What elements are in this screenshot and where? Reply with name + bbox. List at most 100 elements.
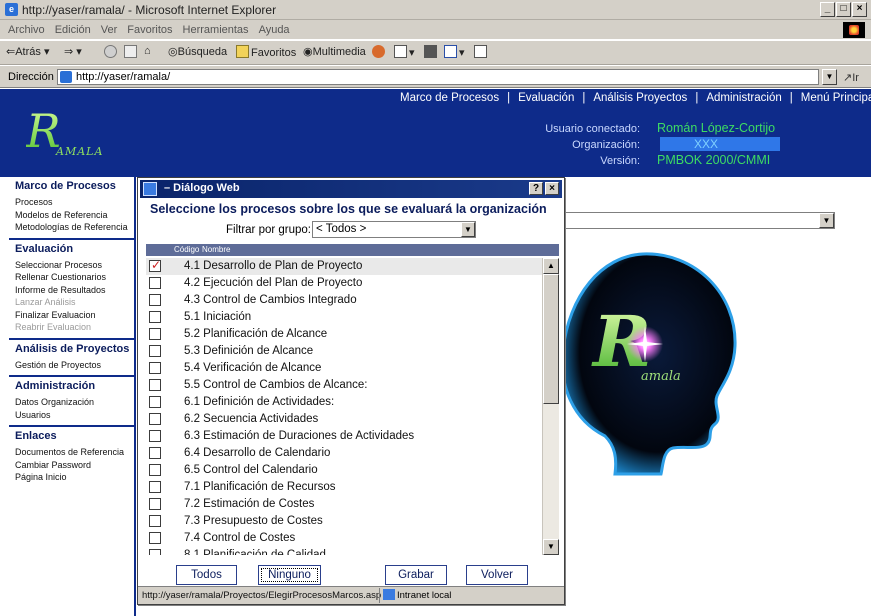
process-checkbox[interactable] — [149, 379, 161, 391]
sidebar-section-title[interactable]: Evaluación — [15, 243, 134, 255]
media-button[interactable]: ◉Multimedia — [303, 45, 366, 58]
list-item[interactable]: 6.4 Desarrollo de Calendario — [146, 445, 542, 462]
edit-button[interactable]: ▾ — [444, 45, 465, 59]
sidebar-section-title[interactable]: Marco de Procesos — [15, 180, 134, 192]
process-checkbox[interactable] — [149, 294, 161, 306]
back-button-dialog[interactable]: Volver — [466, 565, 528, 585]
refresh-button[interactable] — [124, 45, 139, 59]
nav-link[interactable]: Marco de Procesos — [400, 92, 499, 104]
process-checkbox[interactable] — [149, 345, 161, 357]
close-window-button[interactable]: × — [852, 2, 867, 17]
list-item[interactable]: 6.1 Definición de Actividades: — [146, 394, 542, 411]
list-item[interactable]: 4.1 Desarrollo de Plan de Proyecto — [146, 258, 542, 275]
process-label: 6.5 Control del Calendario — [184, 464, 318, 476]
nav-link[interactable]: Administración — [706, 92, 781, 104]
save-button[interactable]: Grabar — [385, 565, 447, 585]
sidebar-item[interactable]: Rellenar Cuestionarios — [15, 271, 134, 284]
list-item[interactable]: 5.2 Planificación de Alcance — [146, 326, 542, 343]
back-button[interactable]: ⇐Atrás ▾ — [6, 45, 49, 58]
sidebar-item[interactable]: Modelos de Referencia — [15, 209, 134, 222]
sidebar-section-title[interactable]: Análisis de Proyectos — [15, 343, 134, 355]
maximize-button[interactable]: □ — [836, 2, 851, 17]
sidebar-item[interactable]: Finalizar Evaluacion — [15, 309, 134, 322]
chevron-down-icon[interactable]: ▼ — [819, 213, 834, 228]
list-item[interactable]: 5.1 Iniciación — [146, 309, 542, 326]
menu-item[interactable]: Favoritos — [127, 24, 172, 36]
sidebar-item[interactable]: Cambiar Password — [15, 459, 134, 472]
process-checkbox[interactable] — [149, 430, 161, 442]
sidebar-item[interactable]: Gestión de Proyectos — [15, 359, 134, 372]
nav-link[interactable]: Análisis Proyectos — [593, 92, 687, 104]
scroll-down-button[interactable]: ▼ — [543, 539, 559, 555]
process-checkbox[interactable] — [149, 311, 161, 323]
address-dropdown-button[interactable]: ▼ — [822, 69, 837, 85]
sidebar-section-title[interactable]: Enlaces — [15, 430, 134, 442]
process-checkbox[interactable] — [149, 413, 161, 425]
list-item[interactable]: 8.1 Planificación de Calidad — [146, 547, 542, 555]
sidebar-item[interactable]: Documentos de Referencia — [15, 446, 134, 459]
favorites-button[interactable]: Favoritos — [236, 45, 296, 59]
menu-item[interactable]: Ayuda — [259, 24, 290, 36]
list-item[interactable]: 4.2 Ejecución del Plan de Proyecto — [146, 275, 542, 292]
vertical-scrollbar[interactable]: ▲ ▼ — [542, 258, 559, 555]
process-label: 5.4 Verificación de Alcance — [184, 362, 322, 374]
process-checkbox[interactable] — [149, 549, 161, 555]
list-item[interactable]: 7.3 Presupuesto de Costes — [146, 513, 542, 530]
process-checkbox[interactable] — [149, 532, 161, 544]
select-all-button[interactable]: Todos — [176, 565, 237, 585]
select-none-button[interactable]: Ninguno — [258, 565, 321, 585]
menu-item[interactable]: Archivo — [8, 24, 45, 36]
process-checkbox[interactable] — [149, 396, 161, 408]
list-item[interactable]: 5.5 Control de Cambios de Alcance: — [146, 377, 542, 394]
sidebar-item[interactable]: Página Inicio — [15, 471, 134, 484]
process-checkbox[interactable] — [149, 481, 161, 493]
home-button[interactable]: ⌂ — [144, 45, 151, 57]
process-checkbox[interactable] — [149, 362, 161, 374]
discuss-button[interactable] — [474, 45, 489, 59]
sidebar-item[interactable]: Informe de Resultados — [15, 284, 134, 297]
close-dialog-button[interactable]: × — [545, 182, 559, 195]
nav-link[interactable]: Menú Principal — [801, 92, 871, 104]
scroll-up-button[interactable]: ▲ — [543, 258, 559, 274]
history-button[interactable] — [372, 45, 387, 59]
search-button[interactable]: ◎Búsqueda — [168, 45, 227, 58]
sidebar-item[interactable]: Metodologías de Referencia — [15, 221, 134, 234]
address-input[interactable]: http://yaser/ramala/ — [57, 69, 819, 85]
sidebar-item[interactable]: Usuarios — [15, 409, 134, 422]
list-item[interactable]: 4.3 Control de Cambios Integrado — [146, 292, 542, 309]
sidebar-item[interactable]: Seleccionar Procesos — [15, 259, 134, 272]
process-checkbox[interactable] — [149, 515, 161, 527]
page-select[interactable]: ▼ — [563, 212, 835, 229]
list-item[interactable]: 7.4 Control de Costes — [146, 530, 542, 547]
process-checkbox[interactable] — [149, 277, 161, 289]
chevron-down-icon[interactable]: ▼ — [461, 222, 475, 237]
nav-link[interactable]: Evaluación — [518, 92, 574, 104]
process-checkbox[interactable] — [149, 258, 161, 272]
process-checkbox[interactable] — [149, 328, 161, 340]
menu-item[interactable]: Edición — [55, 24, 91, 36]
sidebar-item[interactable]: Procesos — [15, 196, 134, 209]
go-button[interactable]: ↗Ir — [843, 71, 859, 84]
scroll-thumb[interactable] — [543, 274, 559, 404]
list-item[interactable]: 7.2 Estimación de Costes — [146, 496, 542, 513]
filter-group-select[interactable]: < Todos > ▼ — [312, 221, 476, 238]
help-button[interactable]: ? — [529, 182, 543, 195]
list-item[interactable]: 6.3 Estimación de Duraciones de Activida… — [146, 428, 542, 445]
forward-button[interactable]: ⇒ ▾ — [64, 45, 82, 58]
process-checkbox[interactable] — [149, 447, 161, 459]
stop-button[interactable] — [104, 45, 119, 59]
menu-item[interactable]: Ver — [101, 24, 118, 36]
sidebar-item[interactable]: Datos Organización — [15, 396, 134, 409]
print-button[interactable] — [424, 45, 439, 59]
list-item[interactable]: 6.2 Secuencia Actividades — [146, 411, 542, 428]
list-item[interactable]: 5.3 Definición de Alcance — [146, 343, 542, 360]
list-item[interactable]: 6.5 Control del Calendario — [146, 462, 542, 479]
process-checkbox[interactable] — [149, 464, 161, 476]
sidebar-section-title[interactable]: Administración — [15, 380, 134, 392]
list-item[interactable]: 7.1 Planificación de Recursos — [146, 479, 542, 496]
process-checkbox[interactable] — [149, 498, 161, 510]
mail-button[interactable]: ▾ — [394, 45, 415, 59]
list-item[interactable]: 5.4 Verificación de Alcance — [146, 360, 542, 377]
minimize-button[interactable]: _ — [820, 2, 835, 17]
menu-item[interactable]: Herramientas — [183, 24, 249, 36]
